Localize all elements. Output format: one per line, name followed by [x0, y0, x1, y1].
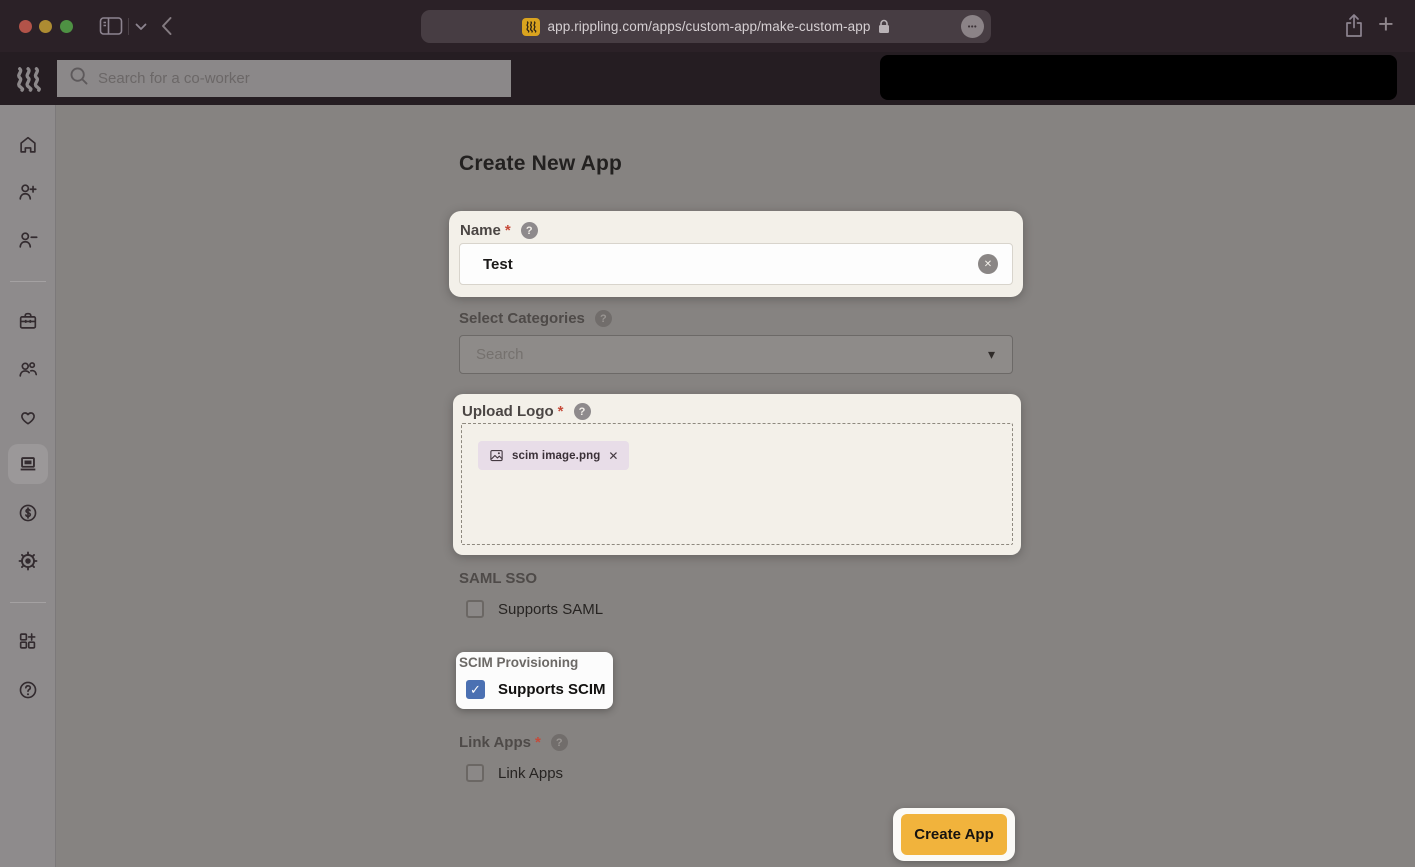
sidebar-item-devices[interactable]: [8, 444, 48, 484]
sidebar-item-home[interactable]: [8, 125, 48, 165]
required-asterisk: *: [558, 403, 564, 420]
sidebar-divider: [10, 281, 46, 282]
rippling-favicon: [522, 18, 540, 36]
link-apps-label: Link Apps: [459, 734, 531, 751]
window-minimize-button[interactable]: [39, 20, 52, 33]
main-content: Create New App Name* ? ✕ Select Categori…: [56, 105, 1415, 867]
clear-input-icon[interactable]: ✕: [978, 254, 998, 274]
search-input[interactable]: [98, 70, 499, 87]
sidebar-toggle-icon[interactable]: [99, 16, 123, 36]
redacted-user-panel: [880, 55, 1397, 100]
laptop-icon: [17, 453, 39, 475]
name-label: Name: [460, 222, 501, 239]
categories-placeholder: Search: [476, 346, 988, 363]
apps-grid-plus-icon: [17, 630, 39, 652]
create-app-button[interactable]: Create App: [901, 814, 1007, 855]
global-search[interactable]: [57, 60, 511, 97]
uploaded-file-chip: scim image.png ✕: [478, 441, 629, 470]
required-asterisk: *: [505, 222, 511, 239]
people-icon: [17, 358, 39, 380]
page-title: Create New App: [459, 152, 622, 176]
categories-label-row: Select Categories ?: [459, 310, 612, 327]
search-icon: [69, 66, 89, 91]
url-bar[interactable]: app.rippling.com/apps/custom-app/make-cu…: [421, 10, 991, 43]
sidebar-item-people[interactable]: [8, 349, 48, 389]
sidebar-item-add-user[interactable]: [8, 172, 48, 212]
scim-section-card: SCIM Provisioning ✓ Supports SCIM: [456, 652, 613, 709]
toolbar-divider: [128, 18, 129, 35]
lock-icon: [878, 19, 890, 34]
dollar-icon: [17, 502, 39, 524]
page-menu-icon[interactable]: •••: [961, 15, 984, 38]
image-icon: [489, 448, 504, 463]
share-icon[interactable]: [1344, 13, 1364, 38]
sidebar-item-remove-user[interactable]: [8, 220, 48, 260]
name-input[interactable]: [459, 243, 1013, 285]
heart-icon: [17, 406, 39, 428]
sidebar-item-settings[interactable]: [8, 541, 48, 581]
add-user-icon: [17, 181, 39, 203]
name-help-icon[interactable]: ?: [521, 222, 538, 239]
link-apps-help-icon[interactable]: ?: [551, 734, 568, 751]
back-icon[interactable]: [160, 16, 173, 36]
upload-label-row: Upload Logo* ?: [462, 403, 591, 420]
categories-help-icon[interactable]: ?: [595, 310, 612, 327]
saml-checkbox-row: Supports SAML: [466, 600, 603, 618]
categories-label: Select Categories: [459, 310, 585, 327]
upload-help-icon[interactable]: ?: [574, 403, 591, 420]
screen: app.rippling.com/apps/custom-app/make-cu…: [0, 0, 1415, 867]
sidebar-item-tools[interactable]: [8, 301, 48, 341]
sidebar-item-benefits[interactable]: [8, 397, 48, 437]
question-icon: [17, 679, 39, 701]
upload-dropzone[interactable]: scim image.png ✕: [461, 423, 1013, 545]
sidebar-item-apps[interactable]: [8, 621, 48, 661]
browser-chrome: app.rippling.com/apps/custom-app/make-cu…: [0, 0, 1415, 52]
supports-saml-checkbox[interactable]: [466, 600, 484, 618]
window-close-button[interactable]: [19, 20, 32, 33]
scim-section-label: SCIM Provisioning: [459, 655, 578, 670]
sidebar-divider: [10, 602, 46, 603]
check-icon: ✓: [470, 682, 481, 698]
window-zoom-button[interactable]: [60, 20, 73, 33]
name-input-wrap: ✕: [459, 243, 1013, 285]
home-icon: [17, 134, 39, 156]
gear-icon: [17, 550, 39, 572]
link-apps-checkbox-row: Link Apps: [466, 764, 563, 782]
saml-section-row: SAML SSO: [459, 570, 537, 587]
caret-down-icon: ▾: [988, 346, 995, 363]
upload-label: Upload Logo: [462, 403, 554, 420]
supports-saml-label[interactable]: Supports SAML: [498, 601, 603, 618]
scim-checkbox-row: ✓ Supports SCIM: [466, 680, 606, 699]
app-sidebar: [0, 105, 56, 867]
url-text: app.rippling.com/apps/custom-app/make-cu…: [548, 19, 871, 34]
supports-scim-checkbox[interactable]: ✓: [466, 680, 485, 699]
name-field-card: Name* ? ✕: [449, 211, 1023, 297]
required-asterisk: *: [535, 734, 541, 751]
remove-user-icon: [17, 229, 39, 251]
sidebar-item-payroll[interactable]: [8, 493, 48, 533]
create-app-highlight-ring: Create App: [893, 808, 1015, 861]
link-apps-checkbox-label[interactable]: Link Apps: [498, 765, 563, 782]
link-apps-label-row: Link Apps* ?: [459, 734, 568, 751]
link-apps-checkbox[interactable]: [466, 764, 484, 782]
upload-logo-card: Upload Logo* ? scim image.png ✕: [453, 394, 1021, 555]
app-header: [0, 52, 1415, 105]
rippling-logo: [14, 66, 44, 97]
remove-file-icon[interactable]: ✕: [608, 449, 618, 463]
supports-scim-label[interactable]: Supports SCIM: [498, 681, 606, 698]
uploaded-file-name: scim image.png: [512, 450, 600, 462]
sidebar-item-help[interactable]: [8, 670, 48, 710]
new-tab-icon[interactable]: +: [1378, 9, 1394, 40]
categories-dropdown[interactable]: Search ▾: [459, 335, 1013, 374]
saml-section-label: SAML SSO: [459, 570, 537, 587]
toolbox-icon: [17, 310, 39, 332]
name-label-row: Name* ?: [460, 222, 538, 239]
chevron-down-icon[interactable]: [135, 23, 147, 31]
